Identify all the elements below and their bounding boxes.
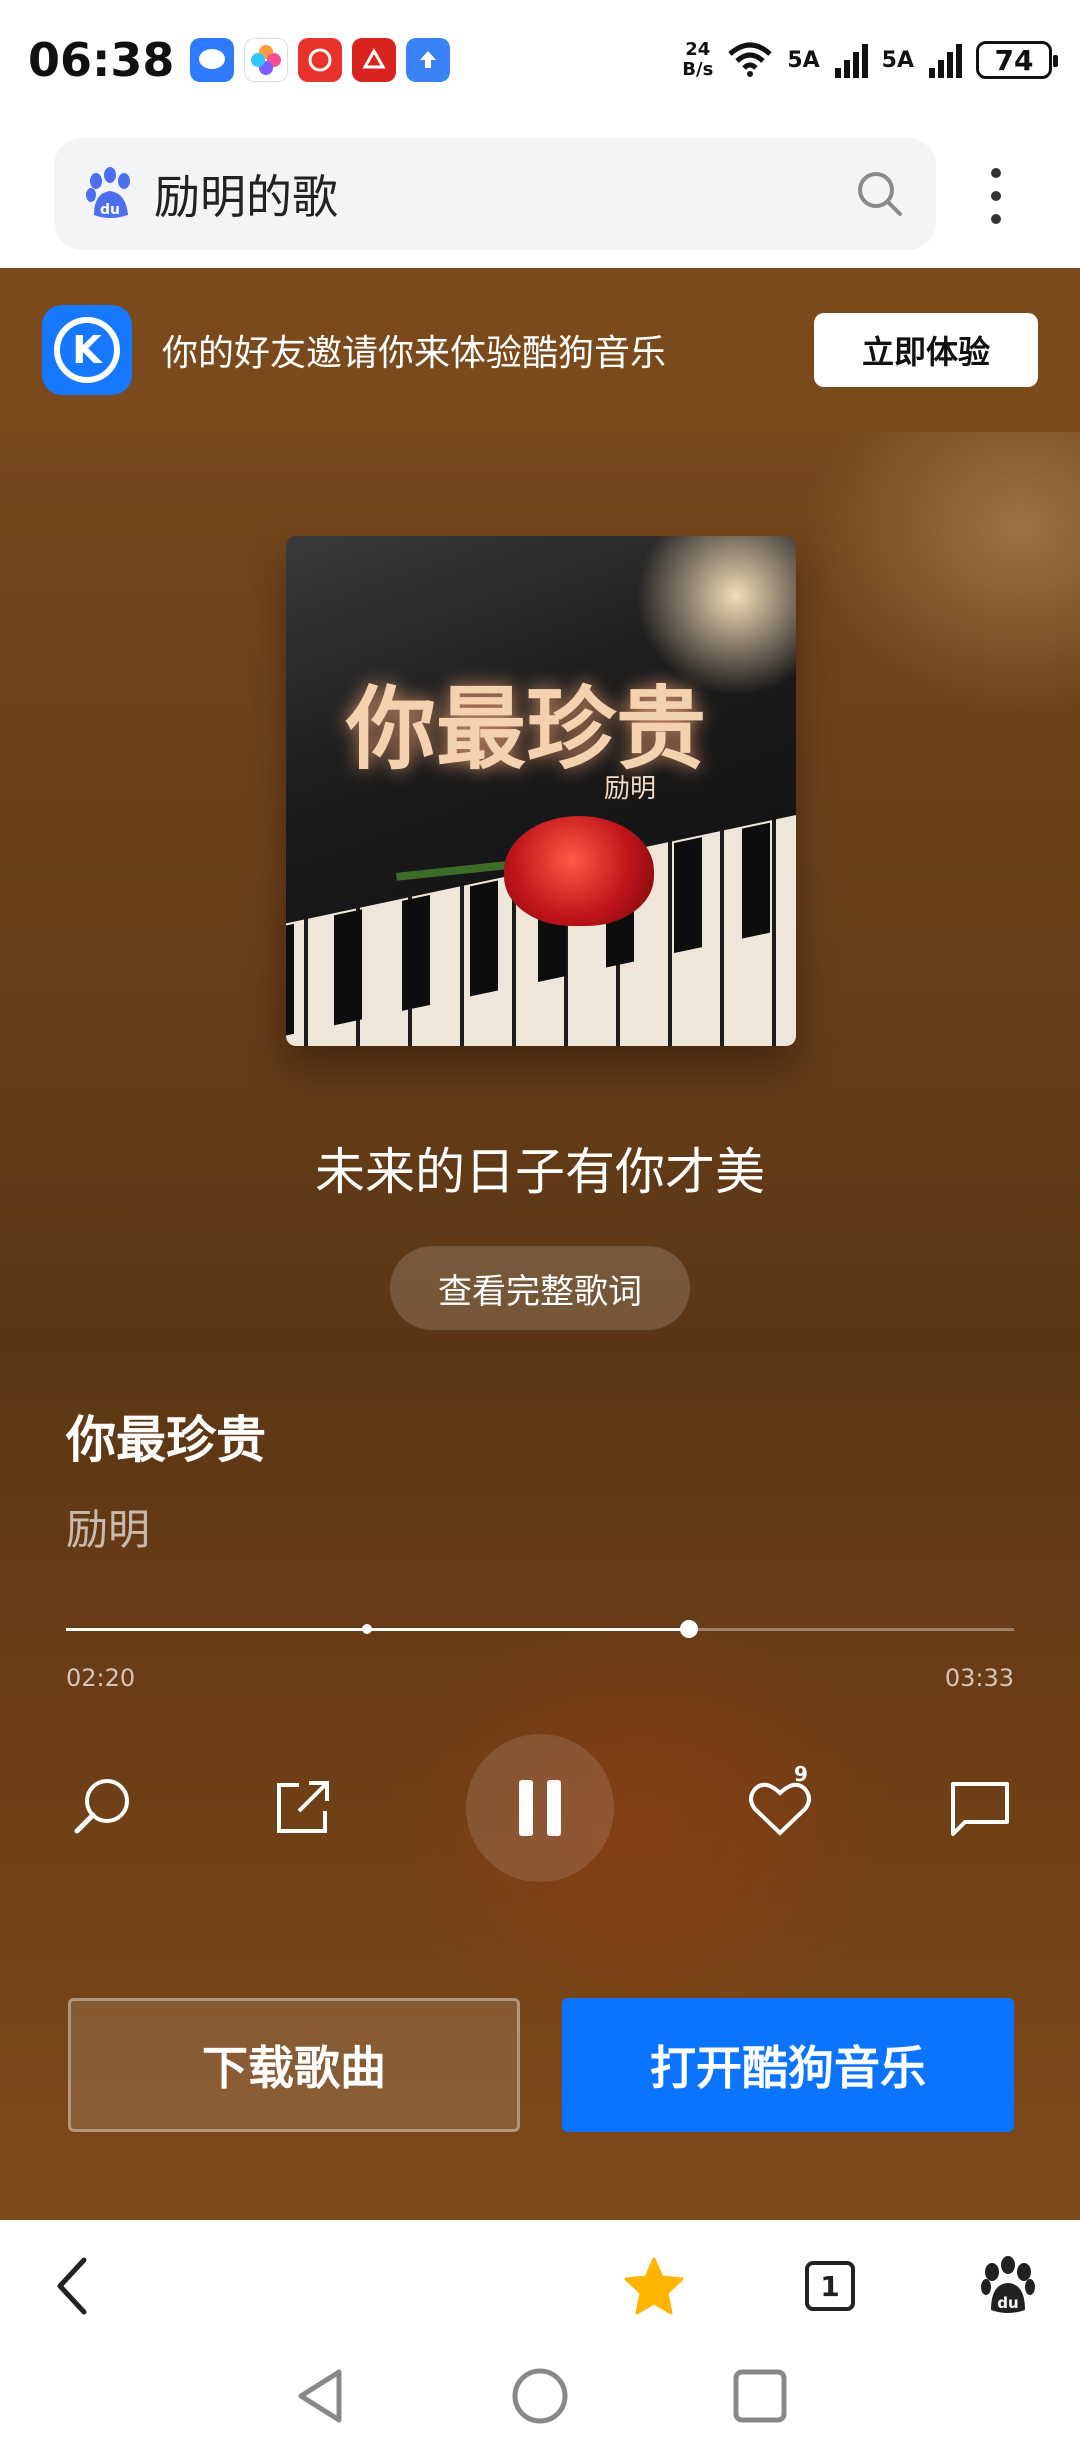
- progress-bar[interactable]: [66, 1620, 1014, 1638]
- invite-text: 你的好友邀请你来体验酷狗音乐: [162, 333, 667, 374]
- circle-home-icon: [512, 2368, 568, 2424]
- song-title: 你最珍贵: [66, 1411, 266, 1469]
- svg-text:du: du: [100, 202, 120, 218]
- album-art-artist: 励明: [604, 774, 657, 804]
- signal-1-label: 5A: [787, 47, 820, 73]
- search-lyrics-button[interactable]: [62, 1768, 142, 1848]
- search-query[interactable]: 励明的歌: [154, 161, 854, 227]
- upload-app-icon: [406, 38, 451, 82]
- triangle-back-icon: [298, 2369, 342, 2423]
- chevron-left-icon: [57, 2257, 87, 2315]
- tab-count: 1: [805, 2261, 855, 2311]
- current-time: 02:20: [66, 1664, 136, 1692]
- comment-button[interactable]: [940, 1768, 1020, 1848]
- signal-1-icon: [834, 44, 868, 78]
- tabs-button[interactable]: 1: [794, 2250, 866, 2322]
- baidu-home-button[interactable]: du: [972, 2250, 1044, 2322]
- progress-fill: [66, 1628, 689, 1631]
- bookmark-button[interactable]: [618, 2250, 690, 2322]
- like-button[interactable]: [740, 1768, 820, 1848]
- signal-2-icon: [929, 44, 962, 78]
- star-icon: [624, 2257, 684, 2315]
- comment-icon: [951, 1782, 1009, 1836]
- back-button[interactable]: [36, 2250, 108, 2322]
- search-box[interactable]: du 励明的歌: [54, 138, 936, 250]
- album-art-title: 你最珍贵: [346, 676, 706, 782]
- buffer-marker: [362, 1624, 373, 1634]
- pause-bar-icon: [547, 1780, 561, 1836]
- search-icon[interactable]: [854, 168, 906, 220]
- more-menu-button[interactable]: [980, 168, 1012, 224]
- status-time: 06:38: [28, 33, 175, 87]
- photos-app-icon: [244, 38, 289, 82]
- player-page: K 你的好友邀请你来体验酷狗音乐 立即体验 你最珍贵 励明 未来的日子有你才美 …: [0, 268, 1080, 2220]
- square-recents-icon: [733, 2369, 787, 2423]
- share-icon: [277, 1781, 329, 1833]
- network-speed: 24 B/s: [682, 39, 714, 80]
- baidu-paw-icon: du: [86, 167, 130, 218]
- view-full-lyrics-button[interactable]: 查看完整歌词: [390, 1246, 690, 1330]
- status-indicators: 24 B/s 5A 5A 74: [682, 39, 1058, 80]
- song-artist[interactable]: 励明: [66, 1496, 150, 1557]
- status-bar: 06:38 24 B/s 5A 5A 74: [0, 0, 1080, 120]
- dot-icon: [991, 191, 1001, 201]
- battery-indicator: 74: [976, 41, 1058, 79]
- share-button[interactable]: [262, 1768, 342, 1848]
- kugou-logo-icon: K: [42, 305, 132, 395]
- browser-search-area: du 励明的歌: [0, 120, 1080, 268]
- current-lyric: 未来的日子有你才美: [315, 1143, 765, 1201]
- open-kugou-button[interactable]: 打开酷狗音乐: [562, 1998, 1014, 2132]
- like-count: 9: [794, 1762, 808, 1786]
- bank-app-icon: [352, 38, 397, 82]
- dot-icon: [991, 168, 1001, 178]
- pause-button[interactable]: [466, 1734, 614, 1882]
- page: 06:38 24 B/s 5A 5A 74 du 励明的歌 K 你的好友邀请你来…: [0, 0, 1080, 2440]
- system-nav-bar: [0, 2350, 1080, 2440]
- try-now-button[interactable]: 立即体验: [814, 313, 1038, 387]
- nav-home-button[interactable]: [508, 2364, 572, 2428]
- wifi-icon: [728, 42, 772, 77]
- nav-recents-button[interactable]: [728, 2364, 792, 2428]
- total-time: 03:33: [944, 1664, 1014, 1692]
- search-icon: [74, 1779, 129, 1834]
- nav-back-button[interactable]: [288, 2364, 352, 2428]
- pause-bar-icon: [519, 1780, 533, 1836]
- invite-banner[interactable]: K 你的好友邀请你来体验酷狗音乐 立即体验: [0, 268, 1080, 432]
- progress-thumb[interactable]: [679, 1620, 698, 1638]
- download-song-button[interactable]: 下载歌曲: [68, 1998, 520, 2132]
- message-app-icon: [190, 38, 235, 82]
- album-cover: 你最珍贵 励明: [286, 536, 796, 1046]
- svg-text:du: du: [997, 2294, 1018, 2312]
- baidu-paw-icon: du: [981, 2256, 1035, 2313]
- shopping-app-icon: [298, 38, 343, 82]
- notification-icons: [190, 38, 451, 82]
- browser-toolbar: 1 du: [0, 2220, 1080, 2350]
- signal-2-label: 5A: [881, 47, 914, 73]
- rose-image: [504, 816, 654, 926]
- dot-icon: [991, 214, 1001, 224]
